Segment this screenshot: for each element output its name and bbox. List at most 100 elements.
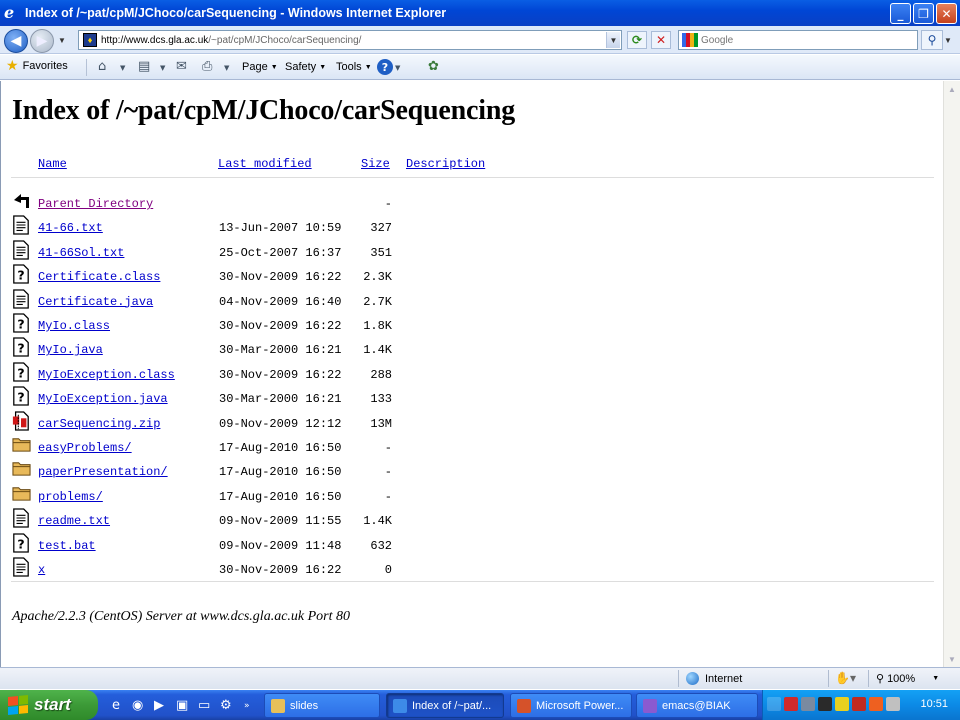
tools-menu[interactable]: Tools ▼ bbox=[336, 61, 372, 73]
address-bar[interactable]: ♦ http://www.dcs.gla.ac.uk/~pat/cpM/JCho… bbox=[78, 30, 622, 50]
print-icon[interactable]: ⎙ bbox=[202, 59, 212, 74]
file-size: 327 bbox=[370, 221, 392, 236]
taskbar-button[interactable]: slides bbox=[264, 693, 380, 718]
file-link[interactable]: 41-66Sol.txt bbox=[38, 246, 124, 260]
help-icon[interactable]: ? bbox=[377, 59, 393, 75]
minimize-button[interactable]: _ bbox=[890, 3, 911, 24]
scroll-up-icon[interactable]: ▲ bbox=[944, 81, 960, 97]
window-controls: _ ❐ ✕ bbox=[890, 3, 957, 24]
maximize-button[interactable]: ❐ bbox=[913, 3, 934, 24]
favorites-label: Favorites bbox=[22, 60, 68, 72]
clock: 10:51 bbox=[920, 698, 948, 710]
taskbar-button[interactable]: emacs@BIAK bbox=[636, 693, 758, 718]
quicklaunch-ie-icon[interactable]: e bbox=[112, 698, 120, 713]
list-item: carSequencing.zip 09-Nov-2009 12:12 13M bbox=[1, 410, 944, 441]
app-icon bbox=[643, 698, 657, 713]
tray-update-icon[interactable] bbox=[869, 697, 883, 711]
file-link[interactable]: easyProblems/ bbox=[38, 441, 132, 455]
search-input[interactable] bbox=[701, 34, 901, 46]
list-item: ? MyIoException.class 30-Nov-2009 16:22 288 bbox=[1, 362, 944, 392]
quicklaunch-media-icon[interactable]: ▶ bbox=[154, 698, 164, 713]
search-box[interactable] bbox=[678, 30, 918, 50]
file-link[interactable]: MyIoException.java bbox=[38, 392, 168, 406]
quicklaunch-console-icon[interactable]: ▣ bbox=[176, 698, 188, 713]
list-item: ? Certificate.class 30-Nov-2009 16:22 2.3K bbox=[1, 264, 944, 294]
file-link[interactable]: MyIo.java bbox=[38, 343, 103, 357]
page-content: Index of /~pat/cpM/JChoco/carSequencing … bbox=[0, 81, 943, 667]
unknown-file-icon: ? bbox=[12, 386, 30, 406]
home-dropdown-icon[interactable]: ▼ bbox=[120, 64, 125, 72]
file-link[interactable]: readme.txt bbox=[38, 514, 110, 528]
unknown-file-icon: ? bbox=[12, 337, 30, 358]
last-modified: 30-Nov-2009 16:22 bbox=[219, 319, 342, 333]
list-item: ? MyIoException.java 30-Mar-2000 16:21 133 bbox=[1, 386, 944, 416]
quicklaunch-more-icon[interactable]: » bbox=[244, 701, 250, 711]
refresh-button[interactable]: ⟳ bbox=[627, 31, 647, 49]
feeds-dropdown-icon[interactable]: ▼ bbox=[160, 64, 165, 72]
address-dropdown-icon[interactable]: ▼ bbox=[606, 32, 620, 48]
file-link[interactable]: MyIo.class bbox=[38, 319, 110, 333]
file-link[interactable]: paperPresentation/ bbox=[38, 465, 168, 479]
tray-app-icon[interactable] bbox=[818, 697, 832, 711]
help-dropdown-icon[interactable]: ▼ bbox=[395, 64, 400, 72]
taskbar-button[interactable]: Index of /~pat/... bbox=[386, 693, 504, 718]
zone-label: Internet bbox=[705, 672, 743, 685]
tray-acrobat-icon[interactable] bbox=[784, 697, 798, 711]
tray-volume-icon[interactable] bbox=[886, 697, 900, 711]
security-zone[interactable]: Internet bbox=[686, 672, 742, 685]
file-link[interactable]: test.bat bbox=[38, 539, 96, 553]
last-modified: 30-Mar-2000 16:21 bbox=[219, 392, 342, 407]
system-tray: 10:51 bbox=[762, 690, 960, 720]
file-link[interactable]: Certificate.java bbox=[38, 295, 153, 309]
file-size: 632 bbox=[370, 538, 392, 553]
last-modified: 17-Aug-2010 16:50 bbox=[219, 441, 342, 455]
file-link[interactable]: 41-66.txt bbox=[38, 221, 103, 235]
tray-network-icon[interactable] bbox=[801, 697, 815, 711]
home-icon[interactable]: ⌂ bbox=[98, 59, 106, 74]
unknown-file-icon: ? bbox=[12, 362, 30, 382]
file-link[interactable]: MyIoException.class bbox=[38, 368, 175, 382]
protected-mode-icon[interactable]: ✋▾ bbox=[835, 671, 856, 685]
quicklaunch-folder-icon[interactable]: ▭ bbox=[198, 698, 210, 713]
page-menu[interactable]: Page ▼ bbox=[242, 61, 278, 73]
scroll-down-icon[interactable]: ▼ bbox=[944, 651, 960, 667]
close-button[interactable]: ✕ bbox=[936, 3, 957, 24]
quicklaunch-network-icon[interactable]: ⚙ bbox=[220, 698, 232, 713]
taskbar-button[interactable]: Microsoft Power... bbox=[510, 693, 632, 718]
sort-by-modified-link[interactable]: Last modified bbox=[218, 157, 312, 171]
research-icon[interactable]: ✿ bbox=[428, 59, 439, 74]
sort-by-description-link[interactable]: Description bbox=[406, 157, 485, 171]
file-link[interactable]: x bbox=[38, 563, 45, 577]
recent-pages-dropdown-icon[interactable]: ▼ bbox=[58, 36, 66, 45]
mail-icon[interactable]: ✉ bbox=[176, 59, 187, 74]
tray-chevron-icon[interactable] bbox=[767, 697, 781, 711]
sort-by-size-link[interactable]: Size bbox=[361, 157, 390, 171]
sort-by-name-link[interactable]: Name bbox=[38, 157, 67, 171]
tray-security-icon[interactable] bbox=[835, 697, 849, 711]
stop-button[interactable]: ✕ bbox=[651, 31, 671, 49]
back-button[interactable]: ◀ bbox=[4, 29, 28, 53]
safety-menu[interactable]: Safety ▼ bbox=[285, 61, 326, 73]
search-options-dropdown-icon[interactable]: ▼ bbox=[944, 36, 952, 45]
tray-ati-icon[interactable] bbox=[852, 697, 866, 711]
zoom-dropdown-icon[interactable]: ▼ bbox=[932, 675, 939, 682]
vertical-scrollbar[interactable]: ▲ ▼ bbox=[943, 81, 960, 667]
quicklaunch-explorer-icon[interactable]: ◉ bbox=[132, 698, 143, 713]
address-host: http://www.dcs.gla.ac.uk bbox=[101, 34, 209, 46]
list-item: ? MyIo.class 30-Nov-2009 16:22 1.8K bbox=[1, 313, 944, 343]
feeds-icon[interactable]: ▤ bbox=[138, 59, 150, 74]
forward-button[interactable]: ▶ bbox=[30, 29, 54, 53]
favorites-button[interactable]: ★ Favorites bbox=[6, 59, 68, 73]
zoom-control[interactable]: ⚲ 100% ▼ bbox=[876, 672, 939, 685]
print-dropdown-icon[interactable]: ▼ bbox=[224, 64, 229, 72]
address-url[interactable]: http://www.dcs.gla.ac.uk/~pat/cpM/JChoco… bbox=[101, 35, 361, 46]
window-title: Index of /~pat/cpM/JChoco/carSequencing … bbox=[25, 6, 447, 20]
search-button[interactable]: ⚲ bbox=[921, 30, 943, 50]
file-link[interactable]: Certificate.class bbox=[38, 270, 160, 284]
start-button[interactable]: start bbox=[0, 690, 98, 720]
chevron-down-icon: ▼ bbox=[319, 64, 327, 71]
file-link[interactable]: problems/ bbox=[38, 490, 103, 504]
file-link[interactable]: carSequencing.zip bbox=[38, 417, 160, 431]
file-size: 1.4K bbox=[363, 514, 392, 529]
file-link[interactable]: Parent Directory bbox=[38, 197, 153, 211]
